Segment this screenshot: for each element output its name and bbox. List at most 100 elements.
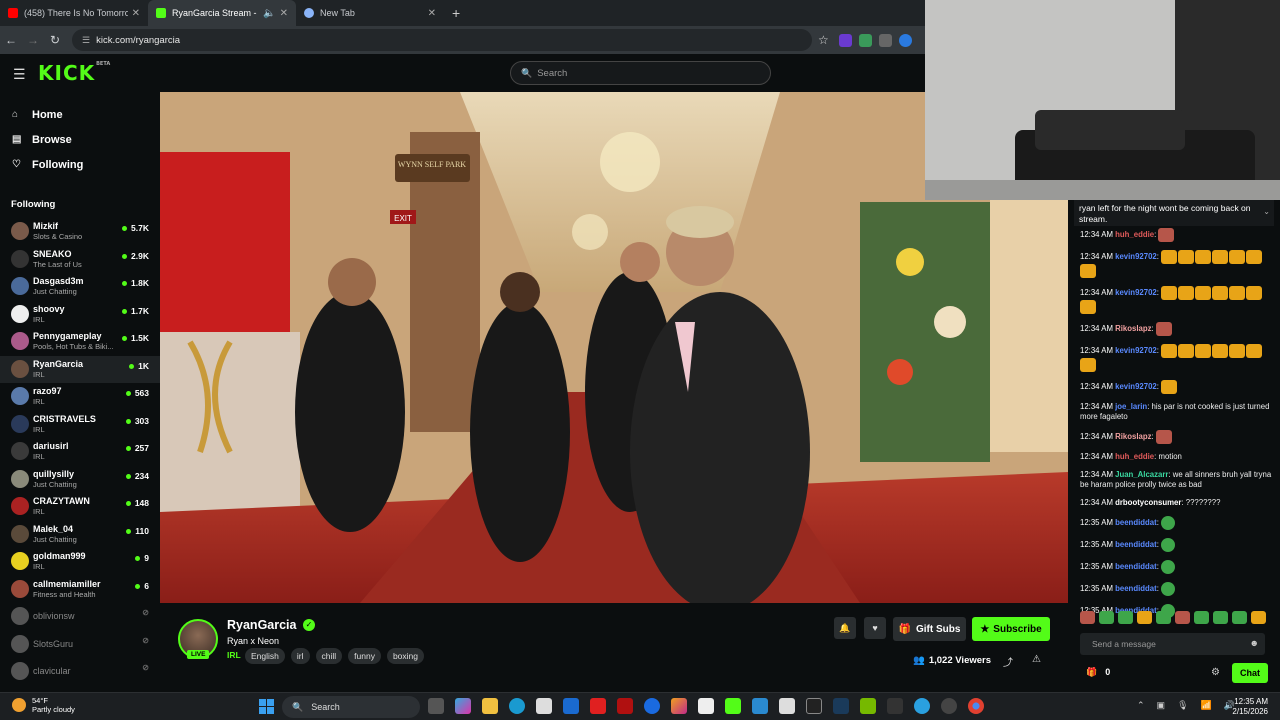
mute-tab-icon[interactable]: 🔈 [263,8,275,19]
outlook-icon[interactable] [563,698,579,714]
sidebar-channel[interactable]: razo97 IRL 563 [0,383,160,411]
report-icon[interactable]: ⚠ [1032,654,1041,665]
close-tab-icon[interactable]: ✕ [280,8,288,19]
obs-icon[interactable] [941,698,957,714]
chat-username[interactable]: beendiddat [1115,584,1157,593]
epic-games-icon[interactable] [887,698,903,714]
emote-icon[interactable] [1232,611,1247,624]
sidebar-channel[interactable]: Pennygameplay Pools, Hot Tubs & Biki... 1.… [0,328,160,356]
follow-heart-button[interactable]: ♥ [864,617,886,639]
nav-browse[interactable]: ▤ Browse [12,127,160,152]
extension-k-icon[interactable] [838,33,852,47]
tag-chip[interactable]: funny [348,648,381,664]
chat-username[interactable]: joe_larin [1115,402,1147,411]
chat-username[interactable]: kevin92702 [1115,252,1157,261]
telegram-icon[interactable] [914,698,930,714]
sidebar-channel-offline[interactable]: SlotsGuru ⊘ [0,631,160,659]
tag-chip[interactable]: chill [315,648,343,664]
weather-widget[interactable]: 54°F Partly cloudy [12,696,75,714]
nav-home[interactable]: ⌂ Home [12,102,160,127]
emote-icon[interactable] [1080,611,1095,624]
pinned-message[interactable]: ryan left for the night wont be coming b… [1074,200,1274,226]
sidebar-channel[interactable]: goldman999 IRL 9 [0,548,160,576]
new-tab-plus-icon[interactable]: + [444,5,468,21]
wifi-icon[interactable]: 📶 [1201,700,1212,711]
streamer-name[interactable]: RyanGarcia [227,618,296,632]
notification-bell-button[interactable]: 🔔 [834,617,856,639]
store-icon[interactable] [536,698,552,714]
tab-kick[interactable]: RyanGarcia Stream - Watch 🔈 ✕ [148,0,296,26]
tag-chip[interactable]: irl [290,648,310,664]
forward-arrow-icon[interactable]: → [22,33,44,47]
extension-puzzle-icon[interactable] [878,33,892,47]
chat-username[interactable]: kevin92702 [1115,346,1157,355]
emote-icon[interactable] [1213,611,1228,624]
emote-icon[interactable] [1251,611,1266,624]
sidebar-channel[interactable]: RyanGarcia IRL 1K [0,355,160,383]
nvidia-icon[interactable] [860,698,876,714]
share-icon[interactable]: ⤴ [1003,654,1013,669]
emote-icon[interactable] [1118,611,1133,624]
chat-username[interactable]: beendiddat [1115,518,1157,527]
sidebar-channel[interactable]: shoovy IRL 1.7K [0,301,160,329]
facebook-icon[interactable] [644,698,660,714]
amazon-icon[interactable] [698,698,714,714]
steam-icon[interactable] [833,698,849,714]
chevron-down-icon[interactable]: ⌄ [1263,206,1270,217]
chat-settings-icon[interactable]: ⚙ [1211,667,1220,678]
tag-chip[interactable]: boxing [386,648,425,664]
chat-username[interactable]: Juan_Alcazarr [1115,470,1168,479]
task-view-icon[interactable] [428,698,444,714]
nav-following[interactable]: ♡ Following [12,152,160,177]
chrome-icon[interactable] [968,698,984,714]
sidebar-channel-offline[interactable]: oblivionsw ⊘ [0,603,160,631]
back-arrow-icon[interactable]: ← [0,33,22,47]
sidebar-channel[interactable]: dariusirl IRL 257 [0,438,160,466]
emoji-picker-icon[interactable]: ☻ [1250,638,1259,648]
close-tab-icon[interactable]: ✕ [132,8,140,19]
search-input[interactable]: 🔍 Search [510,61,771,85]
menu-icon[interactable]: ☰ [13,66,26,83]
stream-category[interactable]: IRL [227,650,241,660]
sidebar-channel[interactable]: Dasgasd3m Just Chatting 1.8K [0,273,160,301]
subscribe-button[interactable]: ★ Subscribe [972,617,1050,641]
roblox-icon[interactable] [779,698,795,714]
capcut-icon[interactable] [806,698,822,714]
emote-icon[interactable] [1194,611,1209,624]
app-icon[interactable] [752,698,768,714]
chat-username[interactable]: beendiddat [1115,562,1157,571]
kick-logo[interactable]: KICKBETA [38,61,110,85]
sidebar-channel[interactable]: SNEAKO The Last of Us 2.9K [0,246,160,274]
close-tab-icon[interactable]: ✕ [428,8,436,19]
chat-username[interactable]: drbootyconsumer [1115,498,1181,507]
edge-icon[interactable] [509,698,525,714]
chevron-up-icon[interactable]: ⌃ [1137,700,1145,711]
chat-username[interactable]: huh_eddie [1115,452,1154,461]
send-chat-button[interactable]: Chat [1232,663,1268,683]
sidebar-channel[interactable]: quillysilly Just Chatting 234 [0,466,160,494]
url-field[interactable]: ☰ kick.com/ryangarcia [72,29,812,51]
sidebar-channel[interactable]: callmemiamiller Fitness and Health 6 [0,576,160,604]
clock[interactable]: 12:35 AM 2/15/2026 [1232,697,1268,717]
chat-username[interactable]: kevin92702 [1115,288,1157,297]
sidebar-channel[interactable]: Mizkif Slots & Casino 5.7K [0,218,160,246]
emote-icon[interactable] [1175,611,1190,624]
bookmark-star-icon[interactable]: ☆ [818,33,829,47]
chat-username[interactable]: huh_eddie [1115,230,1154,239]
taskbar-search[interactable]: 🔍 Search [282,696,420,718]
gift-subs-button[interactable]: 🎁 Gift Subs [893,617,966,641]
tab-new[interactable]: New Tab ✕ [296,0,444,26]
sidebar-channel[interactable]: CRAZYTAWN IRL 148 [0,493,160,521]
tray-app-icon[interactable]: ▣ [1157,700,1166,711]
sidebar-channel[interactable]: Malek_04 Just Chatting 110 [0,521,160,549]
tab-youtube[interactable]: (458) There Is No Tomorrow - Y ✕ [0,0,148,26]
sidebar-channel-offline[interactable]: clavicular ⊘ [0,658,160,686]
netflix-icon[interactable] [617,698,633,714]
file-explorer-icon[interactable] [482,698,498,714]
sidebar-channel[interactable]: CRISTRAVELS IRL 303 [0,411,160,439]
chat-username[interactable]: Rikoslapz [1115,324,1151,333]
emote-icon[interactable] [1099,611,1114,624]
youtube-app-icon[interactable] [590,698,606,714]
reload-icon[interactable]: ↻ [44,33,66,47]
kick-app-icon[interactable] [725,698,741,714]
